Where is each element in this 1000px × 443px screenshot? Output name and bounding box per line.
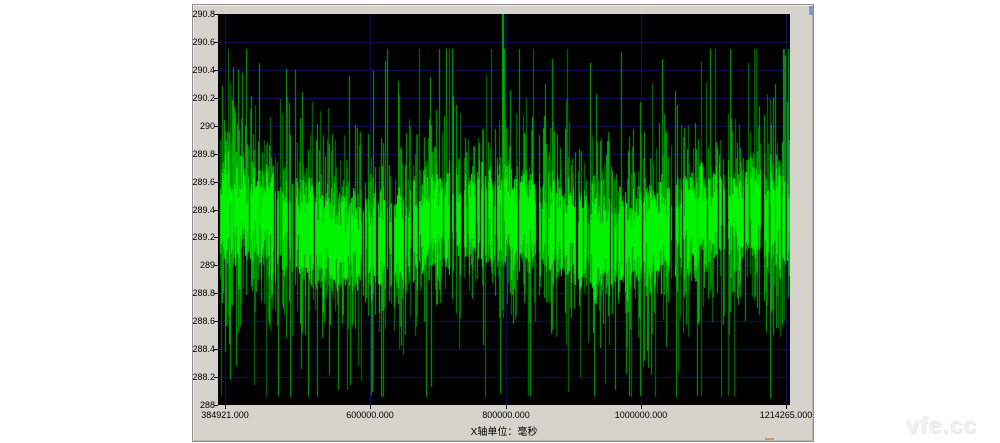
x-tick-label: 1214265.000 [744,410,828,420]
x-tickmark [370,405,371,409]
plot-area [218,14,790,405]
y-tickmark [214,405,218,406]
y-tick-label: 289.2 [175,233,215,242]
y-tick-label: 290.4 [175,66,215,75]
y-tickmark [214,293,218,294]
y-tickmark [214,265,218,266]
y-tick-label: 290.2 [175,94,215,103]
y-tickmark [214,237,218,238]
y-tick-label: 289 [175,261,215,270]
y-tickmark [214,98,218,99]
x-tickmark [641,405,642,409]
y-tickmark [214,321,218,322]
y-tickmark [214,349,218,350]
y-tick-label: 289.8 [175,150,215,159]
y-tick-label: 288.6 [175,317,215,326]
chart-panel: 290.8290.6290.4290.2290289.8289.6289.428… [192,4,814,442]
y-tick-label: 288.8 [175,289,215,298]
y-tick-label: 289.4 [175,206,215,215]
y-tick-label: 288.2 [175,373,215,382]
y-tick-label: 290.6 [175,38,215,47]
x-tick-label: 384921.000 [183,410,267,420]
y-tickmark [214,70,218,71]
watermark-text: vfe.cc [906,412,977,439]
x-tickmark [786,405,787,409]
x-tickmark [506,405,507,409]
y-tickmark [214,14,218,15]
y-tickmark [214,154,218,155]
y-tickmark [214,182,218,183]
y-tick-label: 288.4 [175,345,215,354]
y-tick-label: 288 [175,401,215,410]
x-axis-unit-label: X轴单位：毫秒 [218,423,790,438]
y-tick-label: 290.8 [175,10,215,19]
x-tick-label: 600000.000 [328,410,412,420]
y-tick-label: 290 [175,122,215,131]
x-tick-label: 1000000.000 [599,410,683,420]
y-tickmark [214,377,218,378]
signal-chart-canvas[interactable] [218,14,790,405]
y-tickmark [214,126,218,127]
x-tick-label: 800000.000 [464,410,548,420]
orange-dash-artifact [765,438,774,440]
y-tickmark [214,210,218,211]
x-tickmark [225,405,226,409]
y-tick-label: 289.6 [175,178,215,187]
y-tickmark [214,42,218,43]
scrollbar-thumb[interactable] [809,6,813,15]
